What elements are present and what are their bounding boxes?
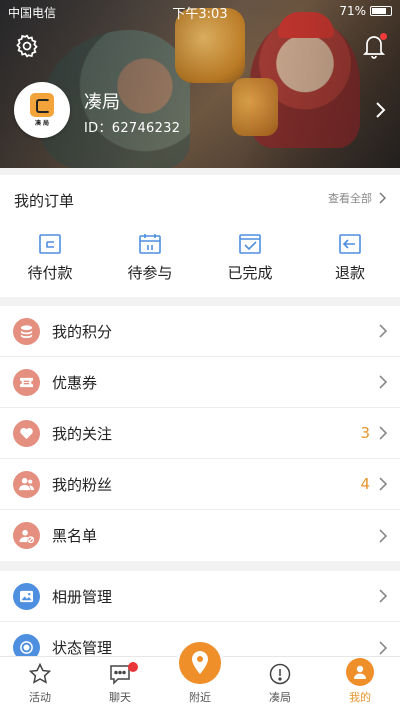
user-id: ID：62746232 xyxy=(84,121,181,136)
avatar[interactable]: 凑 局 xyxy=(14,82,70,138)
tab-mine[interactable]: 我的 xyxy=(320,657,400,710)
battery-percent: 71% xyxy=(339,4,366,18)
menu-item-label: 我的关注 xyxy=(52,424,113,443)
order-status-tabs: 待付款 待参与 已完成 退款 xyxy=(0,233,400,283)
menu-item-label: 我的积分 xyxy=(52,322,113,341)
app-logo-icon xyxy=(30,93,54,117)
menu-item-fans[interactable]: 我的粉丝 4 xyxy=(0,459,400,510)
notification-button[interactable] xyxy=(362,33,387,59)
refund-icon xyxy=(339,234,361,254)
order-tab-refund[interactable]: 退款 xyxy=(300,233,400,283)
star-icon xyxy=(28,662,52,684)
coupon-icon xyxy=(13,368,40,396)
tab-activities[interactable]: 活动 xyxy=(0,657,80,710)
notification-dot xyxy=(380,33,387,40)
menu-item-label: 相册管理 xyxy=(52,587,113,606)
menu-item-following[interactable]: 我的关注 3 xyxy=(0,408,400,459)
menu-item-blacklist[interactable]: 黑名单 xyxy=(0,510,400,561)
heart-icon xyxy=(13,419,40,447)
chevron-right-icon xyxy=(379,640,387,655)
battery-indicator: 71% xyxy=(339,4,392,18)
status-bar: 中国电信 下午3:03 71% xyxy=(0,0,400,22)
location-pin-icon xyxy=(192,651,208,674)
chevron-right-icon xyxy=(379,477,387,491)
order-tab-pending-join[interactable]: 待参与 xyxy=(100,233,200,283)
tab-label: 聊天 xyxy=(109,691,131,704)
menu-item-count: 3 xyxy=(360,424,370,442)
gear-icon xyxy=(16,34,38,58)
menu-item-album[interactable]: 相册管理 xyxy=(0,571,400,622)
info-icon xyxy=(269,663,291,685)
chevron-right-icon xyxy=(379,375,387,389)
orders-card: 我的订单 查看全部 待付款 待参与 已完成 退款 xyxy=(0,175,400,297)
profile-page: 中国电信 下午3:03 71% 凑 局 凑局 ID：62746232 我的订单 … xyxy=(0,0,400,710)
coins-icon xyxy=(13,317,40,345)
fans-icon xyxy=(13,470,40,498)
order-tab-label: 退款 xyxy=(334,264,365,282)
chevron-right-icon xyxy=(379,589,387,603)
settings-button[interactable] xyxy=(14,33,40,59)
menu-item-coupons[interactable]: 优惠券 xyxy=(0,357,400,408)
chevron-right-icon xyxy=(379,426,387,440)
order-tab-pending-payment[interactable]: 待付款 xyxy=(0,233,100,283)
profile-icon xyxy=(346,658,374,686)
menu-group-primary: 我的积分 优惠券 我的关注 3 我的粉丝 4 黑名单 xyxy=(0,306,400,561)
orders-title: 我的订单 xyxy=(14,192,75,210)
menu-item-points[interactable]: 我的积分 xyxy=(0,306,400,357)
view-all-orders-link[interactable]: 查看全部 xyxy=(328,190,386,206)
calendar-icon xyxy=(139,234,161,254)
chevron-right-icon xyxy=(379,528,387,543)
bottom-tab-bar: 活动 聊天 附近 凑局 我的 xyxy=(0,639,400,710)
view-all-label: 查看全部 xyxy=(328,192,372,205)
tab-label: 凑局 xyxy=(269,691,291,704)
album-icon xyxy=(13,582,40,610)
tab-chat[interactable]: 聊天 xyxy=(80,657,160,710)
chevron-right-icon[interactable] xyxy=(374,101,386,119)
completed-check-icon xyxy=(239,234,261,254)
tab-nearby[interactable]: 附近 xyxy=(160,639,240,710)
tab-couju[interactable]: 凑局 xyxy=(240,657,320,710)
profile-header: 中国电信 下午3:03 71% 凑 局 凑局 ID：62746232 xyxy=(0,0,400,168)
menu-item-label: 我的粉丝 xyxy=(52,475,113,494)
user-nickname: 凑局 xyxy=(84,92,120,113)
menu-item-label: 优惠券 xyxy=(52,373,98,392)
chevron-right-icon xyxy=(379,192,386,204)
wallet-icon xyxy=(39,234,61,254)
chat-unread-dot xyxy=(128,662,138,672)
avatar-logo-text: 凑 局 xyxy=(34,120,50,127)
menu-item-count: 4 xyxy=(360,475,370,493)
menu-item-label: 状态管理 xyxy=(52,639,113,657)
order-tab-label: 待参与 xyxy=(127,264,173,282)
battery-icon xyxy=(370,6,392,16)
chevron-right-icon xyxy=(379,324,387,338)
order-tab-label: 已完成 xyxy=(227,264,273,282)
nearby-fab[interactable] xyxy=(176,639,224,687)
tab-label: 我的 xyxy=(349,691,371,704)
blocked-user-icon xyxy=(13,522,40,549)
tab-label: 附近 xyxy=(189,691,211,704)
menu-item-label: 黑名单 xyxy=(52,527,98,545)
order-tab-label: 待付款 xyxy=(27,264,73,282)
order-tab-completed[interactable]: 已完成 xyxy=(200,233,300,283)
tab-label: 活动 xyxy=(29,691,51,704)
